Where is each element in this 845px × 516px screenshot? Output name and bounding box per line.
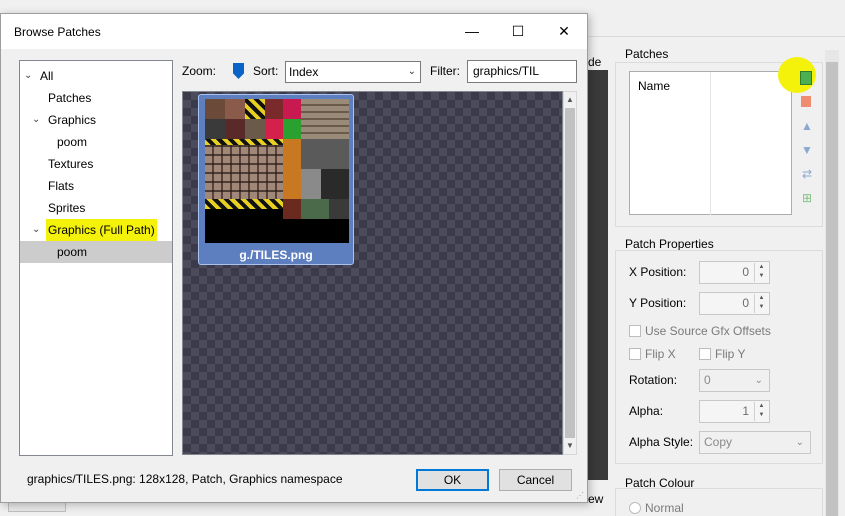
tiles-thumbnail (205, 99, 349, 243)
patches-list[interactable]: Name (629, 71, 792, 215)
chevron-down-icon: ⌄ (754, 375, 763, 386)
spinner-arrows-icon[interactable]: ▲ ▼ (754, 263, 768, 282)
flip-x-checkbox[interactable]: Flip X (629, 347, 676, 361)
rotation-label: Rotation: (629, 373, 678, 387)
browse-patches-dialog: Browse Patches — ☐ ✕ ⌄ All Patches ⌄ Graph… (0, 13, 588, 503)
spinner-arrows-icon[interactable]: ▲ ▼ (754, 402, 768, 421)
background-label-fragment: de (588, 55, 602, 69)
scroll-up-icon[interactable]: ▲ (564, 93, 576, 107)
alpha-style-label: Alpha Style: (629, 435, 694, 449)
chevron-down-icon[interactable]: ⌄ (32, 219, 40, 241)
alpha-label: Alpha: (629, 404, 664, 418)
sort-label: Sort: (253, 64, 279, 78)
canvas-edge (586, 70, 608, 480)
tree-item-patches[interactable]: Patches (20, 87, 172, 109)
rotation-select[interactable]: 0 ⌄ (699, 369, 770, 392)
remove-patch-icon[interactable] (801, 96, 811, 107)
minimize-icon[interactable]: — (449, 14, 495, 49)
dialog-title: Browse Patches (14, 25, 101, 39)
right-panel-scrollbar[interactable] (825, 50, 839, 516)
move-up-icon[interactable]: ▲ (800, 119, 814, 133)
flip-y-checkbox[interactable]: Flip Y (699, 347, 745, 361)
filter-label: Filter: (430, 64, 460, 78)
grid-scrollbar[interactable]: ▲ ▼ (563, 91, 577, 455)
tree-item-sprites[interactable]: Sprites (20, 197, 172, 219)
alpha-spinner[interactable]: 1 ▲ ▼ (699, 400, 770, 423)
background-label-fragment: ew (588, 492, 604, 506)
resize-grip-icon[interactable]: ⋰ (576, 491, 584, 500)
close-icon[interactable]: ✕ (541, 14, 587, 49)
dialog-titlebar[interactable]: Browse Patches — ☐ ✕ (1, 14, 587, 49)
spinner-arrows-icon[interactable]: ▲ ▼ (754, 294, 768, 313)
tree-item-poom-selected[interactable]: poom (20, 241, 172, 263)
duplicate-icon[interactable]: ⊞ (800, 191, 814, 205)
tree-item-poom[interactable]: poom (20, 131, 172, 153)
tree-item-graphics-full-path[interactable]: ⌄ Graphics (Full Path) (20, 219, 172, 241)
alpha-style-select[interactable]: Copy ⌄ (699, 431, 811, 454)
tree-item-graphics[interactable]: ⌄ Graphics (20, 109, 172, 131)
y-position-spinner[interactable]: 0 ▲ ▼ (699, 292, 770, 315)
zoom-slider[interactable] (233, 63, 244, 79)
ok-button[interactable]: OK (416, 469, 489, 491)
patch-item-selected[interactable]: g./TILES.png (198, 94, 354, 265)
patch-item-caption: g./TILES.png (239, 248, 313, 262)
patch-properties-title: Patch Properties (625, 237, 714, 251)
scrollbar-thumb[interactable] (565, 108, 575, 438)
filter-input[interactable]: graphics/TIL (467, 60, 577, 83)
tree-item-flats[interactable]: Flats (20, 175, 172, 197)
chevron-down-icon: ⌄ (407, 66, 416, 77)
move-down-icon[interactable]: ▼ (800, 143, 814, 157)
chevron-down-icon[interactable]: ⌄ (24, 65, 32, 87)
x-position-spinner[interactable]: 0 ▲ ▼ (699, 261, 770, 284)
normal-colour-radio[interactable]: Normal (629, 501, 684, 515)
use-source-offsets-checkbox[interactable]: Use Source Gfx Offsets (629, 324, 771, 338)
scroll-down-icon[interactable]: ▼ (564, 439, 576, 453)
cancel-button[interactable]: Cancel (499, 469, 572, 491)
sort-select[interactable]: Index ⌄ (285, 61, 421, 83)
zoom-label: Zoom: (182, 64, 217, 78)
maximize-icon[interactable]: ☐ (495, 14, 541, 49)
category-tree[interactable]: ⌄ All Patches ⌄ Graphics poom Textures Fla… (19, 60, 173, 456)
y-position-label: Y Position: (629, 296, 687, 310)
x-position-label: X Position: (629, 265, 687, 279)
status-text: graphics/TILES.png: 128x128, Patch, Grap… (27, 472, 343, 486)
patches-group-title: Patches (625, 47, 669, 61)
tree-item-textures[interactable]: Textures (20, 153, 172, 175)
chevron-down-icon: ⌄ (795, 437, 804, 448)
add-patch-icon[interactable] (800, 71, 812, 85)
replace-icon[interactable]: ⇄ (800, 167, 814, 181)
name-column-header[interactable]: Name (630, 72, 711, 215)
chevron-down-icon[interactable]: ⌄ (32, 109, 40, 131)
scrollbar-thumb[interactable] (826, 62, 838, 516)
tree-item-all[interactable]: ⌄ All (20, 65, 172, 87)
